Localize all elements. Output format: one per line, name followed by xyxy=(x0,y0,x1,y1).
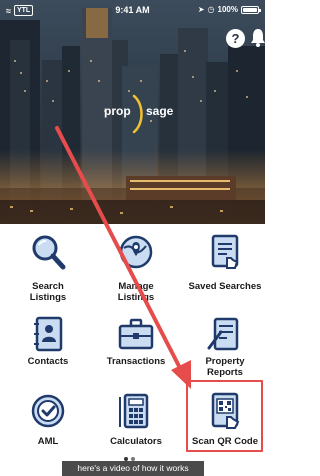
transactions-label: Transactions xyxy=(106,356,166,367)
video-tutorial-banner[interactable]: here's a video of how it works xyxy=(62,461,204,476)
saved-document-icon xyxy=(211,234,239,269)
briefcase-icon xyxy=(118,318,154,350)
magnifier-icon xyxy=(32,235,66,270)
calculator-icon xyxy=(119,393,149,429)
search-listings-label: Search Listings xyxy=(29,281,67,303)
alarm-icon: ◷ xyxy=(207,5,215,14)
scan-qr-highlight-box xyxy=(186,380,263,452)
calculators-label: Calculators xyxy=(110,436,162,447)
battery-percent: 100% xyxy=(217,5,238,14)
status-bar: ≈ YTL 9:41 AM ➤ ◷ 100% xyxy=(0,0,265,20)
logo-swoosh-icon xyxy=(132,94,143,134)
map-pin-icon xyxy=(119,235,153,269)
check-badge-icon xyxy=(31,394,65,428)
saved-searches-label: Saved Searches xyxy=(188,281,262,292)
report-pen-icon xyxy=(207,317,239,351)
propsage-logo: prop sage xyxy=(104,94,174,134)
notifications-bell-icon[interactable] xyxy=(250,28,265,48)
battery-icon xyxy=(241,5,261,14)
logo-word-sage: sage xyxy=(146,104,174,118)
battery-level xyxy=(243,7,257,12)
contacts-label: Contacts xyxy=(27,356,69,367)
aml-label: AML xyxy=(37,436,59,447)
property-reports-label: Property Reports xyxy=(205,356,245,378)
logo-word-prop: prop xyxy=(104,104,131,118)
location-icon: ➤ xyxy=(197,5,205,14)
address-book-icon xyxy=(34,316,63,352)
help-button[interactable]: ? xyxy=(226,29,245,48)
hero-banner: ≈ YTL 9:41 AM ➤ ◷ 100% ? prop sage xyxy=(0,0,265,224)
manage-listings-label: Manage Listings xyxy=(117,281,155,303)
status-right: ➤ ◷ 100% xyxy=(197,5,261,14)
